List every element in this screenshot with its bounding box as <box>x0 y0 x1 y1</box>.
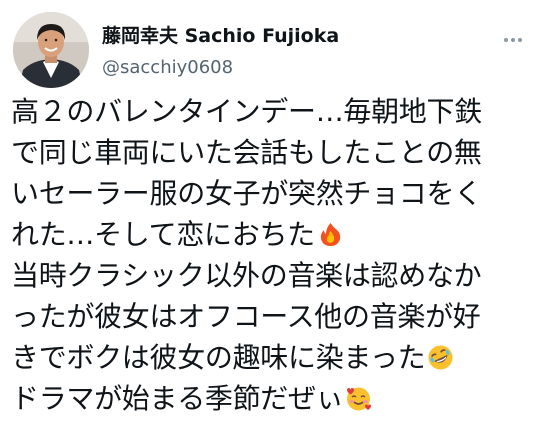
tweet-line: 当時クラシック以外の音楽は認めなか <box>11 255 529 296</box>
tweet-line-text: 高２のバレンタインデー…毎朝地下鉄 <box>11 95 482 128</box>
tweet-line: ったが彼女はオフコース他の音楽が好 <box>11 296 529 337</box>
rolling-laughing-emoji-icon <box>427 341 454 370</box>
tweet-line: きでボクは彼女の趣味に染まった <box>11 337 529 378</box>
fire-emoji-icon <box>317 218 344 246</box>
author-display-name[interactable]: 藤岡幸夫 Sachio Fujioka <box>102 23 339 49</box>
author-handle[interactable]: @sacchiy0608 <box>102 55 233 81</box>
avatar[interactable] <box>13 12 89 88</box>
tweet-line-text: で同じ車両にいた会話もしたことの無 <box>11 136 482 169</box>
avatar-photo <box>13 12 89 88</box>
tweet-text: 高２のバレンタインデー…毎朝地下鉄 で同じ車両にいた会話もしたことの無 いセーラ… <box>11 91 529 419</box>
more-dots-icon[interactable] <box>499 26 527 54</box>
tweet-card: 藤岡幸夫 Sachio Fujioka @sacchiy0608 高２のバレンタ… <box>0 0 533 430</box>
tweet-line: 高２のバレンタインデー…毎朝地下鉄 <box>11 91 529 132</box>
tweet-header: 藤岡幸夫 Sachio Fujioka @sacchiy0608 <box>0 0 533 100</box>
tweet-line-text: ったが彼女はオフコース他の音楽が好 <box>11 300 481 333</box>
tweet-line: ドラマが始まる季節だぜぃ <box>11 378 529 419</box>
tweet-line: いセーラー服の女子が突然チョコをく <box>11 173 529 214</box>
tweet-line-text: れた…そして恋におちた <box>11 218 315 251</box>
tweet-line-text: きでボクは彼女の趣味に染まった <box>11 341 426 374</box>
tweet-line-text: いセーラー服の女子が突然チョコをく <box>11 177 482 210</box>
tweet-line: で同じ車両にいた会話もしたことの無 <box>11 132 529 173</box>
tweet-line-text: ドラマが始まる季節だぜぃ <box>11 382 344 415</box>
tweet-line-text: 当時クラシック以外の音楽は認めなか <box>11 259 482 292</box>
smiling-hearts-emoji-icon <box>345 382 372 411</box>
tweet-line: れた…そして恋におちた <box>11 214 529 255</box>
